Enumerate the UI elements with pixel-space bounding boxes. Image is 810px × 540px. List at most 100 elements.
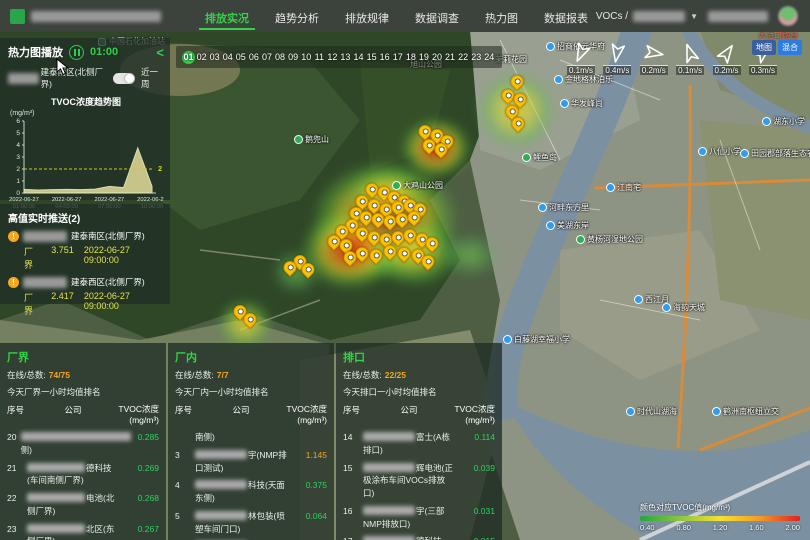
hour-07[interactable]: 07 — [260, 51, 273, 64]
row-value: 0.267 — [119, 523, 159, 534]
map-poi-label: 美湖东岸 — [546, 220, 589, 231]
table-row[interactable]: 20 侧) 0.285 — [7, 431, 159, 457]
hour-21[interactable]: 21 — [444, 51, 457, 64]
wind-indicator-3: 0.2m/s — [639, 42, 669, 75]
hour-22[interactable]: 22 — [457, 51, 470, 64]
row-no: 16 — [343, 505, 363, 516]
hour-24[interactable]: 24 — [483, 51, 496, 64]
legend-ticks: 0.400.801.201.602.00 — [640, 523, 800, 532]
hour-03[interactable]: 03 — [208, 51, 221, 64]
push-panel-title: 高值实时推送(2) — [8, 210, 164, 225]
hour-14[interactable]: 14 — [352, 51, 365, 64]
hour-19[interactable]: 19 — [417, 51, 430, 64]
table-row[interactable]: 16 宇(三部NMP排放口) 0.031 — [343, 505, 495, 531]
company-redacted — [195, 480, 247, 489]
hour-15[interactable]: 15 — [365, 51, 378, 64]
hour-06[interactable]: 06 — [247, 51, 260, 64]
tab-数据报表[interactable]: 数据报表 — [542, 1, 590, 32]
row-company: 林包装(喷塑车间门口) — [195, 510, 287, 536]
range-label[interactable]: 近一周 — [141, 66, 164, 90]
logo-text-redacted — [31, 11, 161, 22]
svg-text:2: 2 — [158, 166, 162, 173]
table-header: 序号公司 TVOC浓度(mg/m³) — [343, 404, 495, 426]
vocs-selector[interactable]: VOCs / ▼ — [596, 11, 698, 22]
tab-趋势分析[interactable]: 趋势分析 — [273, 1, 321, 32]
row-no: 17 — [343, 535, 363, 540]
row-no — [175, 431, 195, 432]
hour-selector: 0102030405060708091011121314151617181920… — [176, 46, 502, 68]
company-redacted — [363, 463, 415, 472]
hour-09[interactable]: 09 — [287, 51, 300, 64]
legend-tick: 2.00 — [785, 523, 800, 532]
table-row[interactable]: 4 科技(天面东侧) 0.375 — [175, 479, 327, 505]
map-poi-label: 白藤湖幸福小学 — [503, 334, 570, 345]
hour-05[interactable]: 05 — [234, 51, 247, 64]
hour-11[interactable]: 11 — [313, 51, 326, 64]
row-value — [287, 431, 327, 432]
hour-18[interactable]: 18 — [404, 51, 417, 64]
tab-排放规律[interactable]: 排放规律 — [343, 1, 391, 32]
push-item[interactable]: ! 建泰西区(北侧厂界) 厂界 2.417 2022-06-27 09:00:0… — [8, 276, 164, 317]
hour-08[interactable]: 08 — [274, 51, 287, 64]
svg-text:6: 6 — [16, 118, 20, 125]
table-row[interactable]: 15 辉电池(正极涂布车间VOCs排放口) 0.039 — [343, 462, 495, 500]
tab-数据调查[interactable]: 数据调查 — [413, 1, 461, 32]
row-value: 0.269 — [119, 462, 159, 473]
map-poi-label: 鲤鱼岛 — [522, 152, 557, 163]
push-item[interactable]: ! 建泰南区(北侧厂界) 厂界 3.751 2022-06-27 09:00:0… — [8, 230, 164, 271]
legend-tick: 1.20 — [713, 523, 728, 532]
poi-icon — [626, 407, 635, 416]
hour-16[interactable]: 16 — [378, 51, 391, 64]
nav-tabs: 排放实况趋势分析排放规律数据调查热力图数据报表 — [203, 1, 590, 32]
map-type-hybrid-button[interactable]: 混合 — [778, 40, 802, 55]
map-poi-label: 田园郡部落生态农庄 — [740, 148, 810, 159]
table-header: 序号公司 TVOC浓度(mg/m³) — [175, 404, 327, 426]
table-row[interactable]: 17 德科技(FHMP1007) 0.015 — [343, 535, 495, 540]
username-redacted — [708, 11, 768, 22]
legend-tick: 1.60 — [749, 523, 764, 532]
hour-17[interactable]: 17 — [391, 51, 404, 64]
table-row[interactable]: 23 北区(东侧厂界) 0.267 — [7, 523, 159, 540]
svg-text:2022-06-27: 2022-06-27 — [52, 197, 82, 203]
push-value: 2.417 — [51, 291, 74, 317]
row-no: 23 — [7, 523, 27, 534]
mouse-cursor — [56, 58, 70, 76]
poi-icon — [560, 99, 569, 108]
hour-01[interactable]: 01 — [182, 51, 195, 64]
collapse-panel-chevron[interactable]: < — [156, 45, 164, 60]
hour-12[interactable]: 12 — [326, 51, 339, 64]
poi-icon — [762, 117, 771, 126]
wind-arrow-icon — [606, 42, 628, 64]
push-site: 建泰南区(北侧厂界) — [71, 230, 145, 242]
site-toggle[interactable] — [113, 73, 135, 84]
map-poi-label: 鹤洲南枢纽立交 — [712, 406, 779, 417]
play-pause-button[interactable] — [69, 45, 84, 60]
wind-indicator-5: 0.2m/s — [712, 42, 742, 75]
poi-icon — [662, 303, 671, 312]
avatar[interactable] — [778, 6, 798, 26]
row-no: 5 — [175, 510, 195, 521]
map-poi-label: 金地格林泊乐 — [554, 74, 613, 85]
table-row[interactable]: 14 富士(A栋排口) 0.114 — [343, 431, 495, 457]
top-nav-bar: 排放实况趋势分析排放规律数据调查热力图数据报表 VOCs / ▼ — [0, 0, 810, 32]
map-type-map-button[interactable]: 地图 — [752, 40, 776, 55]
table-row[interactable]: 3 宇(NMP排口测试) 1.145 — [175, 449, 327, 475]
wind-indicator-2: 0.4m/s — [602, 42, 632, 75]
table-row[interactable]: 22 电池(北侧厂界) 0.268 — [7, 492, 159, 518]
svg-text:2: 2 — [16, 166, 20, 173]
hour-10[interactable]: 10 — [300, 51, 313, 64]
tab-排放实况[interactable]: 排放实况 — [203, 1, 251, 32]
table-row[interactable]: 5 林包装(喷塑车间门口) 0.064 — [175, 510, 327, 536]
hour-02[interactable]: 02 — [195, 51, 208, 64]
hour-04[interactable]: 04 — [221, 51, 234, 64]
hour-13[interactable]: 13 — [339, 51, 352, 64]
table-row[interactable]: 南侧) — [175, 431, 327, 444]
wind-indicators: 0.1m/s 0.4m/s 0.2m/s 0.1m/s 0.2m/s 0.3m/… — [566, 42, 778, 75]
table-row[interactable]: 21 德科技(车间南侧厂界) 0.269 — [7, 462, 159, 488]
site-label: 建泰南区(北侧厂界) — [41, 66, 107, 90]
hour-20[interactable]: 20 — [430, 51, 443, 64]
chart-title: TVOC浓度趋势图 — [8, 95, 164, 108]
tab-热力图[interactable]: 热力图 — [483, 1, 520, 32]
row-no: 21 — [7, 462, 27, 473]
hour-23[interactable]: 23 — [470, 51, 483, 64]
